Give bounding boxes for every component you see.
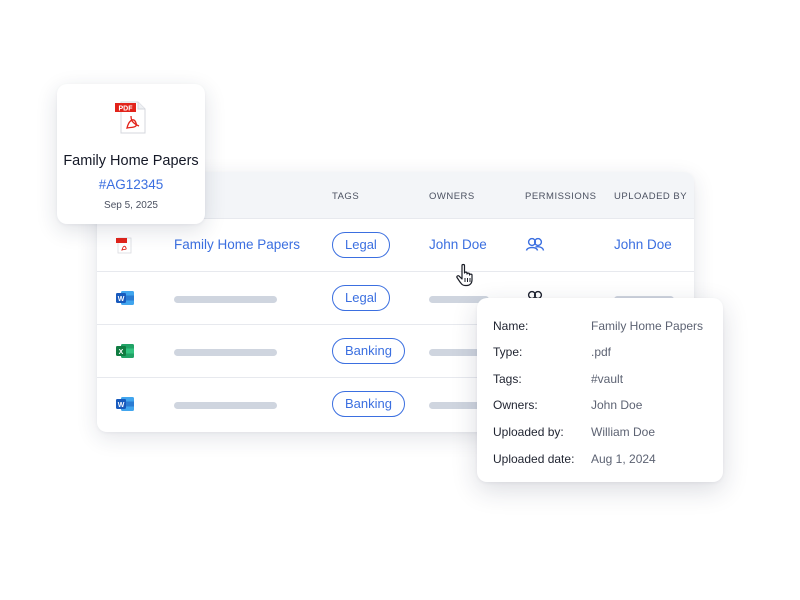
file-date: Sep 5, 2025 [104, 200, 158, 211]
tag-chip[interactable]: Legal [332, 285, 390, 311]
detail-value: John Doe [591, 398, 643, 412]
permissions-column-header[interactable]: PERMISSIONS [525, 191, 597, 202]
svg-text:W: W [118, 296, 125, 303]
detail-value: William Doe [591, 425, 656, 439]
detail-value: .pdf [591, 345, 612, 359]
svg-text:PDF: PDF [119, 105, 134, 112]
tag-chip[interactable]: Banking [332, 391, 405, 417]
svg-text:W: W [118, 402, 125, 409]
file-code-link[interactable]: #AG12345 [57, 177, 205, 192]
uploaded-by-column-header[interactable]: UPLOADED BY [614, 191, 687, 202]
detail-value: Family Home Papers [591, 319, 704, 333]
pdf-file-icon [116, 237, 132, 254]
file-details-popover: Name: Family Home Papers Type: .pdf Tags… [477, 298, 723, 482]
excel-file-icon: X [116, 344, 134, 358]
file-name-placeholder [174, 296, 277, 303]
tag-chip[interactable]: Banking [332, 338, 405, 364]
detail-label: Owners: [493, 398, 538, 412]
detail-label: Uploaded date: [493, 452, 575, 466]
detail-label: Tags: [493, 372, 522, 386]
table-row[interactable]: Family Home Papers Legal John Doe John D… [97, 218, 694, 272]
file-name-placeholder [174, 402, 277, 409]
pdf-file-icon: PDF [115, 101, 146, 134]
detail-label: Type: [493, 345, 523, 359]
file-name-placeholder [174, 349, 277, 356]
detail-value: #vault [591, 372, 624, 386]
detail-label: Name: [493, 319, 529, 333]
users-icon[interactable] [525, 236, 545, 252]
owners-column-header[interactable]: OWNERS [429, 191, 475, 202]
word-file-icon: W [116, 291, 134, 305]
file-title: Family Home Papers [63, 153, 199, 169]
tags-column-header[interactable]: TAGS [332, 191, 359, 202]
tag-chip[interactable]: Legal [332, 232, 390, 258]
detail-label: Uploaded by: [493, 425, 564, 439]
owner-link[interactable]: John Doe [429, 237, 487, 252]
hand-pointer-icon [456, 263, 473, 287]
file-preview-card[interactable]: PDF Family Home Papers #AG12345 Sep 5, 2… [57, 84, 205, 224]
svg-text:X: X [119, 349, 124, 356]
detail-value: Aug 1, 2024 [591, 452, 656, 466]
file-name-link[interactable]: Family Home Papers [174, 237, 300, 252]
word-file-icon: W [116, 397, 134, 411]
uploader-link[interactable]: John Doe [614, 237, 672, 252]
